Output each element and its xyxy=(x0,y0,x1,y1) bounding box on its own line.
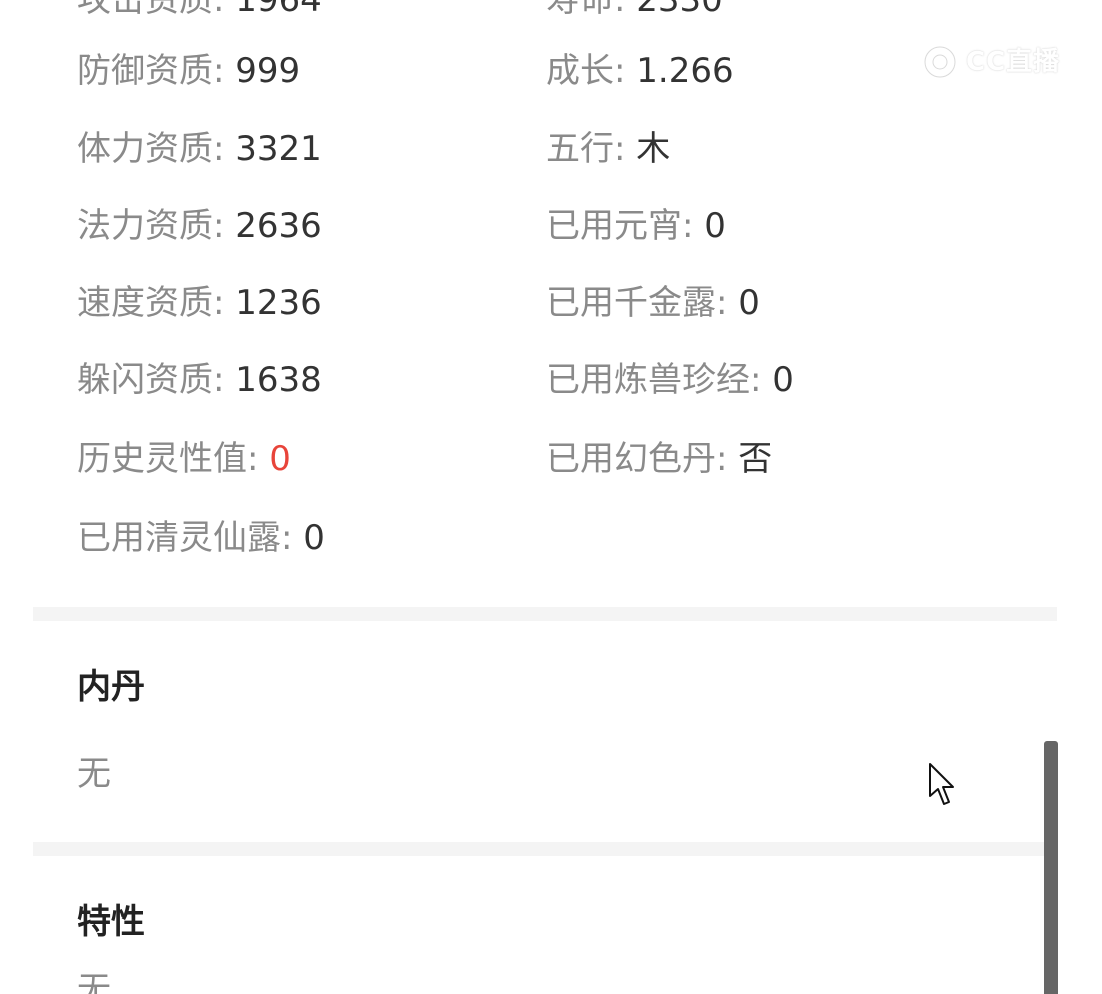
attr-attack-aptitude: 攻击资质: 1964 xyxy=(77,0,322,22)
section-divider xyxy=(33,842,1057,856)
attr-label: 历史灵性值: xyxy=(77,439,259,479)
attr-value: 木 xyxy=(636,129,671,169)
attr-defense-aptitude: 防御资质: 999 xyxy=(77,49,300,93)
attr-value: 0 xyxy=(704,206,726,246)
attr-label: 防御资质: xyxy=(77,51,225,91)
attr-value: 2636 xyxy=(235,206,322,246)
neidan-section-content: 无 xyxy=(77,754,111,794)
attr-label: 已用元宵: xyxy=(546,206,694,246)
attr-five-elements: 五行: 木 xyxy=(546,127,670,171)
attr-value: 1964 xyxy=(235,0,322,20)
attr-value: 否 xyxy=(738,439,773,479)
section-divider xyxy=(33,607,1057,621)
attr-value: 3321 xyxy=(235,129,322,169)
attr-value: 1236 xyxy=(235,283,322,323)
attr-dodge-aptitude: 躲闪资质: 1638 xyxy=(77,358,322,402)
cc-watermark: CC直播 xyxy=(920,42,1070,82)
attr-label: 法力资质: xyxy=(77,206,225,246)
attr-label: 五行: xyxy=(546,129,626,169)
attr-used-beast-scripture: 已用炼兽珍经: 0 xyxy=(546,358,794,402)
attr-label: 已用清灵仙露: xyxy=(77,518,293,558)
attr-used-huanse-pill: 已用幻色丹: 否 xyxy=(546,437,772,481)
scrollbar-thumb[interactable] xyxy=(1044,741,1058,994)
attr-lifespan: 寿命: 2330 xyxy=(546,0,723,22)
attr-history-spirit: 历史灵性值: 0 xyxy=(77,437,291,481)
attr-value: 0 xyxy=(772,360,794,400)
attr-value: 0 xyxy=(738,283,760,323)
attr-value: 999 xyxy=(235,51,301,91)
attr-value: 1638 xyxy=(235,360,322,400)
cc-logo-icon xyxy=(922,44,958,80)
attr-value: 0 xyxy=(303,518,325,558)
attr-label: 速度资质: xyxy=(77,283,225,323)
attr-used-yuanxiao: 已用元宵: 0 xyxy=(546,204,726,248)
attr-growth: 成长: 1.266 xyxy=(546,49,734,93)
attr-label: 体力资质: xyxy=(77,129,225,169)
attr-label: 已用幻色丹: xyxy=(546,439,728,479)
traits-section-content: 无 xyxy=(77,970,111,994)
neidan-section-title: 内丹 xyxy=(77,667,145,707)
attr-value: 1.266 xyxy=(636,51,734,91)
attr-speed-aptitude: 速度资质: 1236 xyxy=(77,281,322,325)
attr-label: 成长: xyxy=(546,51,626,91)
attr-value: 2330 xyxy=(636,0,723,20)
attr-used-qianjin-dew: 已用千金露: 0 xyxy=(546,281,760,325)
attr-used-qingling-dew: 已用清灵仙露: 0 xyxy=(77,516,325,560)
attr-label: 寿命: xyxy=(546,0,626,20)
attr-label: 已用千金露: xyxy=(546,283,728,323)
pet-detail-page: 攻击资质: 1964 防御资质: 999 体力资质: 3321 法力资质: 26… xyxy=(0,0,1102,994)
traits-section-title: 特性 xyxy=(77,902,145,942)
mouse-cursor-icon xyxy=(929,763,954,805)
watermark-text: CC直播 xyxy=(966,47,1061,77)
attr-label: 躲闪资质: xyxy=(77,360,225,400)
attr-stamina-aptitude: 体力资质: 3321 xyxy=(77,127,322,171)
attr-label: 已用炼兽珍经: xyxy=(546,360,762,400)
attr-mana-aptitude: 法力资质: 2636 xyxy=(77,204,322,248)
attr-label: 攻击资质: xyxy=(77,0,225,20)
attr-value-highlight: 0 xyxy=(269,439,291,479)
